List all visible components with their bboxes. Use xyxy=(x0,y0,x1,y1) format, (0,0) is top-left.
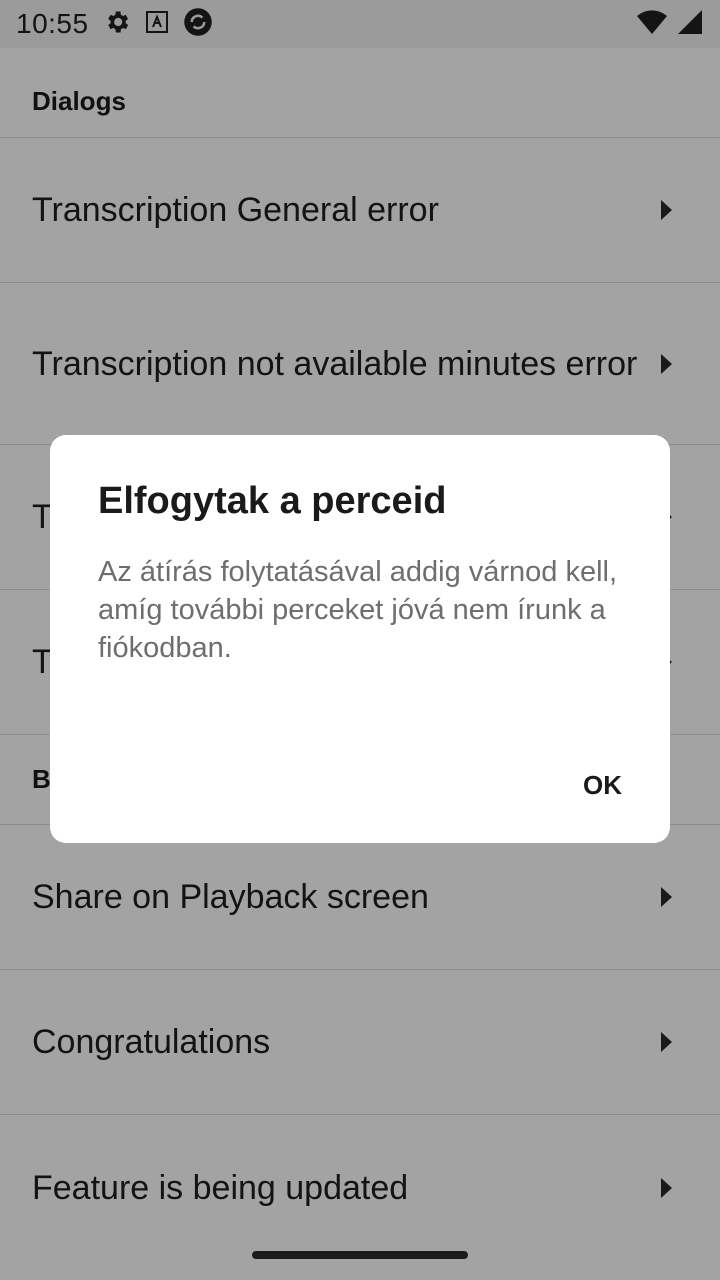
dialog-message: Az átírás folytatásával addig várnod kel… xyxy=(98,556,618,664)
home-indicator[interactable] xyxy=(252,1251,468,1259)
dialog-title: Elfogytak a perceid xyxy=(98,480,447,522)
alert-dialog: Elfogytak a perceid Az átírás folytatásá… xyxy=(50,435,670,843)
ok-button[interactable]: OK xyxy=(542,751,622,819)
